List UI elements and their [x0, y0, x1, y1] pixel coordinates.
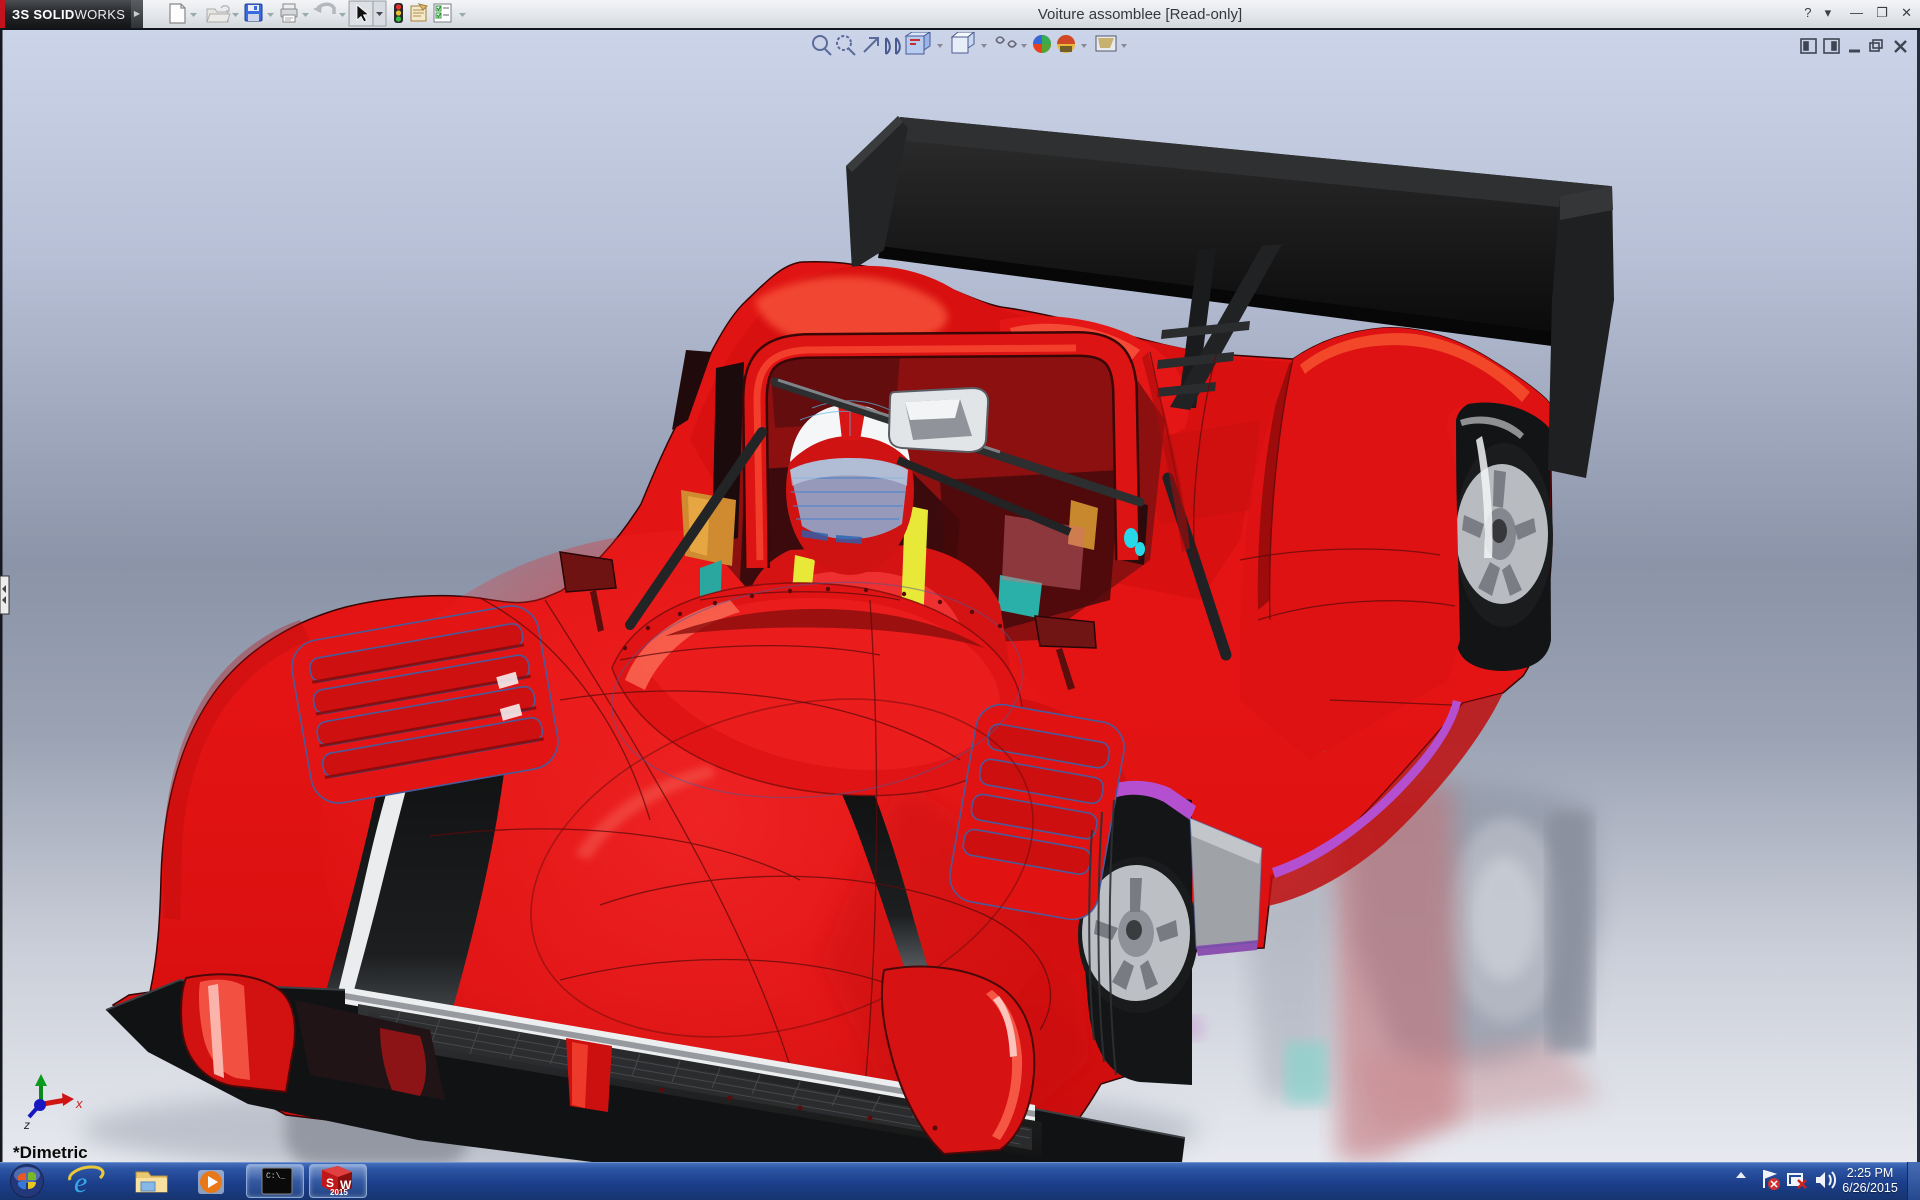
svg-text:C:\_: C:\_ [266, 1172, 285, 1181]
svg-text:z: z [23, 1118, 30, 1132]
svg-text:*Dimetric: *Dimetric [13, 1143, 88, 1162]
svg-text:x: x [75, 1096, 83, 1111]
svg-text:2015: 2015 [330, 1188, 348, 1197]
